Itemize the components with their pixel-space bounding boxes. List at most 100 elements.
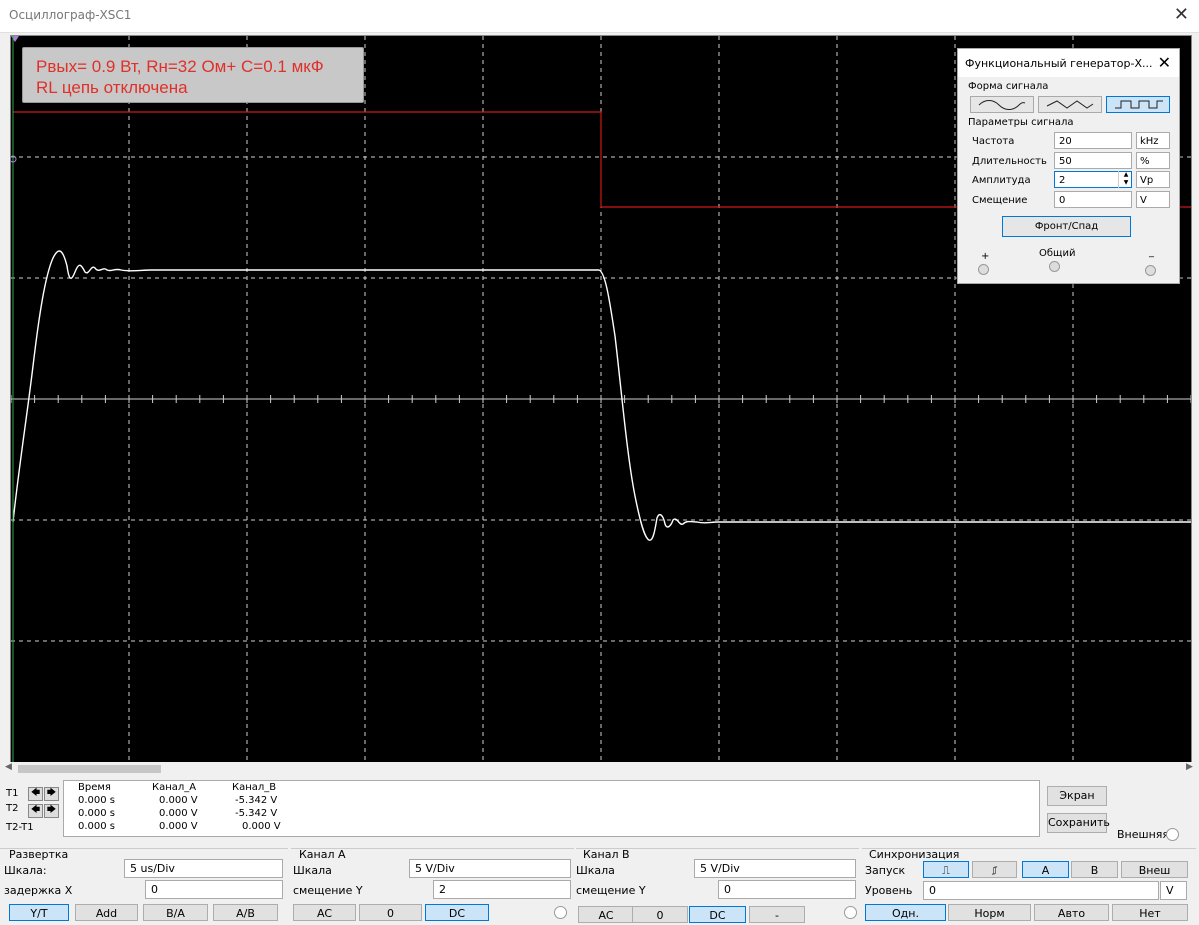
mode-ab-button[interactable]: A/B bbox=[213, 904, 278, 921]
t2-t1-label: T2-T1 bbox=[6, 822, 34, 833]
mode-ba-button[interactable]: B/A bbox=[143, 904, 208, 921]
terminal-plus-icon[interactable] bbox=[978, 264, 989, 275]
window-title: Осциллограф-XSC1 bbox=[9, 8, 132, 22]
channel-a-dc-button[interactable]: DC bbox=[425, 904, 489, 921]
triangle-wave-button[interactable] bbox=[1038, 96, 1102, 113]
falling-edge-button[interactable]: ⎎ bbox=[972, 861, 1017, 878]
mode-yt-button[interactable]: Y/T bbox=[9, 904, 69, 921]
trigger-level-field[interactable]: 0 bbox=[923, 881, 1159, 900]
param-name: Частота bbox=[972, 136, 1015, 147]
header-channel-a: Канал_A bbox=[152, 782, 197, 793]
channel-a-scale-label: Шкала bbox=[293, 864, 332, 877]
channel-a-scale-field[interactable]: 5 V/Div bbox=[409, 859, 571, 878]
trigger-marker bbox=[11, 36, 19, 42]
close-icon[interactable]: ✕ bbox=[1174, 4, 1189, 25]
title-bar: Осциллограф-XSC1 ✕ bbox=[0, 0, 1199, 33]
param-name: Амплитуда bbox=[972, 175, 1031, 186]
param-row-amplitude: Амплитуда 2 ▲ ▼ Vp bbox=[968, 171, 1173, 190]
x-delay-field[interactable]: 0 bbox=[145, 880, 283, 899]
trigger-auto-button[interactable]: Авто bbox=[1034, 904, 1109, 921]
source-b-button[interactable]: B bbox=[1071, 861, 1118, 878]
function-generator-window: Функциональный генератор-X... ✕ Форма си… bbox=[957, 48, 1180, 284]
param-row-duty: Длительность 50 % bbox=[968, 152, 1173, 171]
header-channel-b: Канал_B bbox=[232, 782, 277, 793]
trigger-group: Синхронизация Запуск ⎍ ⎎ A B Внеш Уровен… bbox=[862, 848, 1196, 923]
params-label: Параметры сигнала bbox=[968, 117, 1074, 128]
screen-button[interactable]: Экран bbox=[1047, 786, 1107, 806]
param-name: Длительность bbox=[972, 156, 1047, 167]
frequency-unit[interactable]: kHz bbox=[1136, 132, 1170, 149]
t2-time: 0.000 s bbox=[78, 808, 116, 819]
rising-edge-button[interactable]: ⎍ bbox=[923, 861, 969, 878]
channel-b-ac-button[interactable]: AC bbox=[578, 906, 634, 923]
timebase-scale-field[interactable]: 5 us/Div bbox=[124, 859, 283, 878]
mode-add-button[interactable]: Add bbox=[75, 904, 138, 921]
t1-channel-b: -5.342 V bbox=[235, 795, 278, 806]
square-wave-icon bbox=[1115, 100, 1163, 109]
terminal-minus-label: _ bbox=[1149, 247, 1154, 258]
t2-channel-b: -5.342 V bbox=[235, 808, 278, 819]
terminal-common-icon[interactable] bbox=[1049, 261, 1060, 272]
terminal-minus-icon[interactable] bbox=[1145, 265, 1156, 276]
sine-wave-button[interactable] bbox=[970, 96, 1034, 113]
t2-left-arrow-icon[interactable]: 🡄 bbox=[28, 804, 43, 818]
channel-b-radio[interactable] bbox=[844, 906, 857, 919]
annotation-line-2: RL цепь отключена bbox=[36, 78, 188, 97]
channel-a-offset-field[interactable]: 2 bbox=[433, 880, 571, 899]
channel-a-radio[interactable] bbox=[554, 906, 567, 919]
channel-b-offset-field[interactable]: 0 bbox=[718, 880, 856, 899]
save-button[interactable]: Сохранить bbox=[1047, 813, 1110, 833]
scrollbar-thumb[interactable] bbox=[18, 765, 161, 773]
square-wave-button[interactable] bbox=[1106, 96, 1170, 113]
t1-left-arrow-icon[interactable]: 🡄 bbox=[28, 787, 43, 801]
waveform-label: Форма сигнала bbox=[968, 81, 1049, 92]
t2-channel-a: 0.000 V bbox=[159, 808, 198, 819]
external-label: Внешняя bbox=[1117, 828, 1169, 841]
duty-unit[interactable]: % bbox=[1136, 152, 1170, 169]
t2-label: T2 bbox=[6, 803, 19, 814]
channel-b-group: Канал B Шкала 5 V/Div смещение Y 0 AC 0 … bbox=[576, 848, 859, 923]
t1-channel-a: 0.000 V bbox=[159, 795, 198, 806]
scroll-right-icon[interactable]: ▶ bbox=[1186, 762, 1193, 772]
channel-b-minus-button[interactable]: - bbox=[749, 906, 805, 923]
duty-input[interactable]: 50 bbox=[1054, 152, 1132, 169]
channel-b-scale-label: Шкала bbox=[576, 864, 615, 877]
t1-right-arrow-icon[interactable]: 🡆 bbox=[44, 787, 59, 801]
t2-t1-time: 0.000 s bbox=[78, 821, 116, 832]
spinner-icon[interactable]: ▲ ▼ bbox=[1118, 171, 1133, 188]
terminal-common-label: Общий bbox=[1039, 248, 1076, 259]
trigger-single-button[interactable]: Одн. bbox=[865, 904, 946, 921]
t1-label: T1 bbox=[6, 788, 19, 799]
t1-time: 0.000 s bbox=[78, 795, 116, 806]
terminal-plus-label: + bbox=[981, 251, 990, 262]
rise-fall-button[interactable]: Фронт/Спад bbox=[1002, 216, 1131, 237]
channel-b-dc-button[interactable]: DC bbox=[689, 906, 746, 923]
channel-a-zero-button[interactable]: 0 bbox=[359, 904, 422, 921]
channel-b-zero-button[interactable]: 0 bbox=[632, 906, 688, 923]
sine-wave-icon bbox=[978, 100, 1026, 110]
amplitude-unit[interactable]: Vp bbox=[1136, 171, 1170, 188]
trigger-normal-button[interactable]: Норм bbox=[948, 904, 1031, 921]
offset-input[interactable]: 0 bbox=[1054, 191, 1132, 208]
external-radio[interactable] bbox=[1166, 828, 1179, 841]
timebase-title: Развертка bbox=[9, 848, 69, 861]
scroll-left-icon[interactable]: ◀ bbox=[5, 762, 12, 772]
channel-b-title: Канал B bbox=[583, 848, 630, 861]
t2-right-arrow-icon[interactable]: 🡆 bbox=[44, 804, 59, 818]
source-external-button[interactable]: Внеш bbox=[1121, 861, 1188, 878]
trigger-level-label: Уровень bbox=[865, 884, 913, 897]
channel-b-scale-field[interactable]: 5 V/Div bbox=[694, 859, 856, 878]
channel-a-offset-label: смещение Y bbox=[293, 884, 363, 897]
horizontal-scrollbar[interactable]: ◀ ▶ bbox=[0, 762, 1199, 776]
close-icon[interactable]: ✕ bbox=[1158, 53, 1171, 72]
function-generator-header: Функциональный генератор-X... ✕ bbox=[958, 49, 1179, 77]
offset-unit[interactable]: V bbox=[1136, 191, 1170, 208]
trigger-level-unit[interactable]: V bbox=[1160, 881, 1187, 900]
annotation-line-1: Pвых= 0.9 Вт, Rн=32 Ом+ С=0.1 мкФ bbox=[36, 57, 324, 76]
measurements-table: Время Канал_A Канал_B 0.000 s 0.000 V -5… bbox=[63, 780, 1040, 837]
channel-a-ac-button[interactable]: AC bbox=[293, 904, 356, 921]
trigger-none-button[interactable]: Нет bbox=[1112, 904, 1188, 921]
frequency-input[interactable]: 20 bbox=[1054, 132, 1132, 149]
source-a-button[interactable]: A bbox=[1022, 861, 1069, 878]
timebase-group: Развертка Шкала: 5 us/Div задержка X 0 Y… bbox=[0, 848, 288, 923]
